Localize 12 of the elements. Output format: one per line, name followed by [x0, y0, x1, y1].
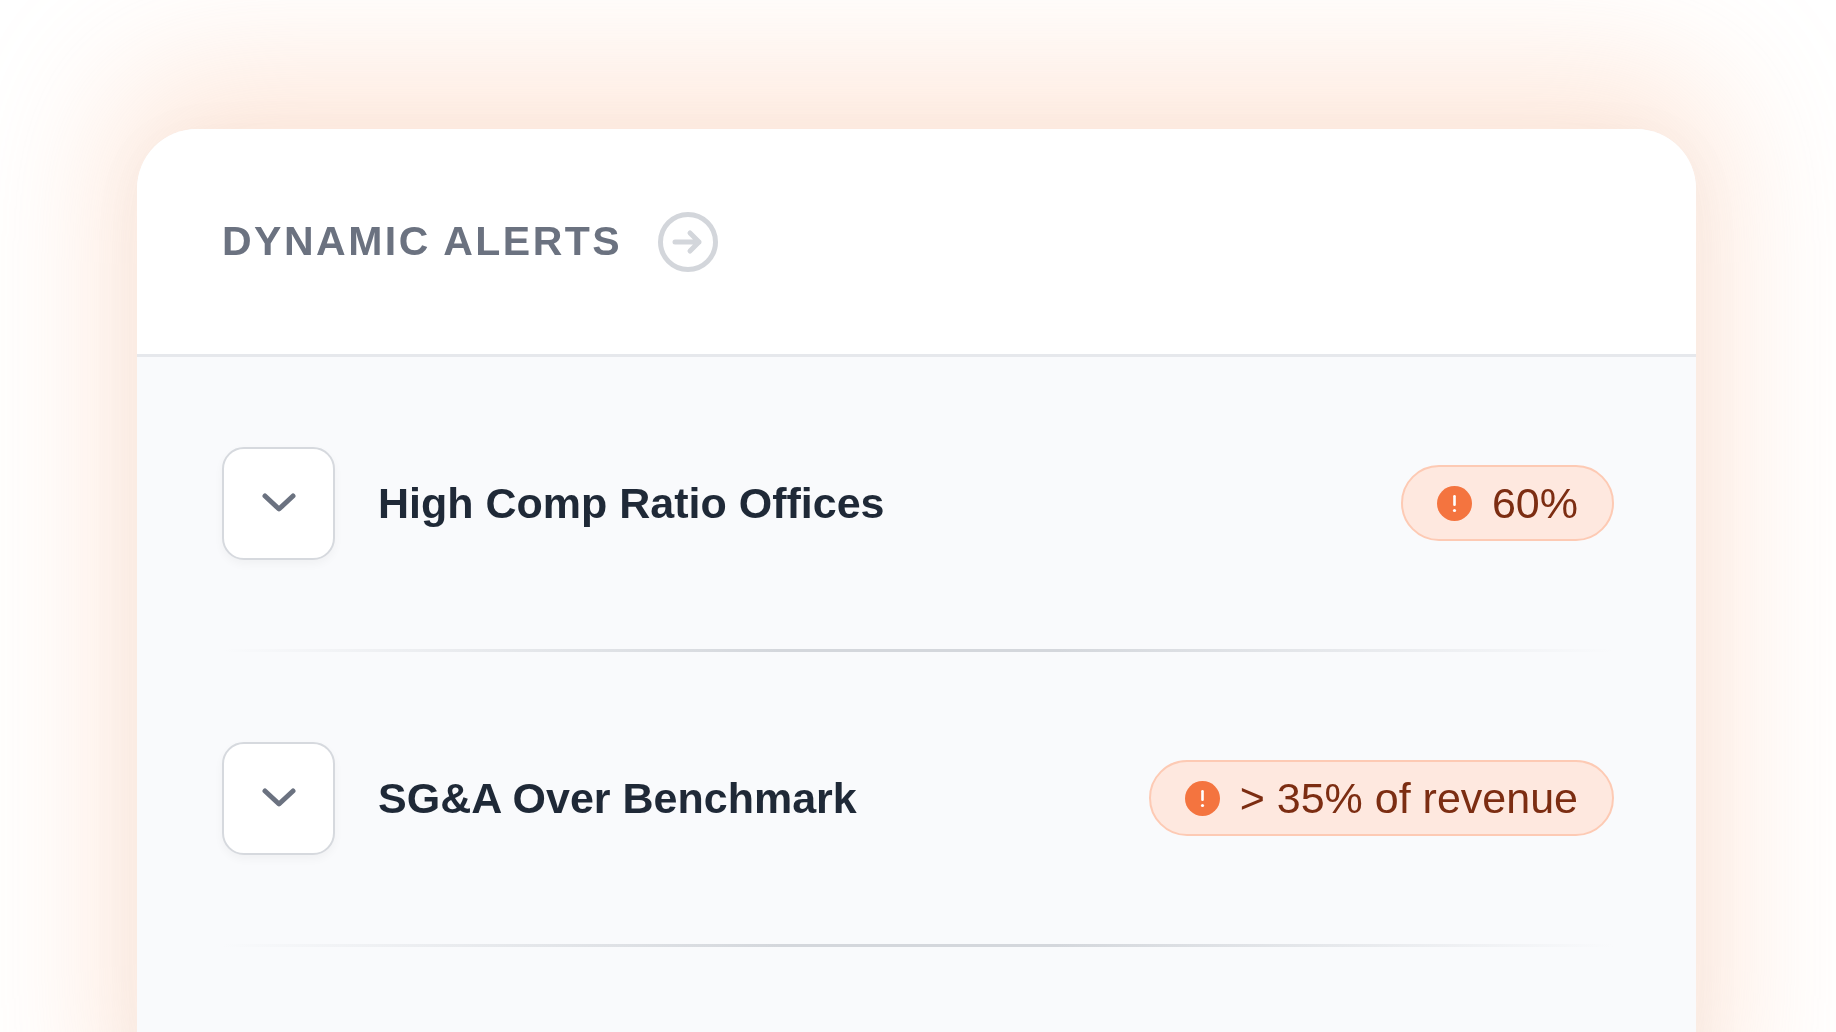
- card-title: DYNAMIC ALERTS: [222, 218, 623, 265]
- expand-button[interactable]: [222, 741, 335, 855]
- badge-text: 60%: [1491, 478, 1578, 528]
- chevron-down-icon: [261, 493, 296, 513]
- expand-button[interactable]: [222, 446, 335, 560]
- alert-icon: [1436, 485, 1472, 521]
- alert-icon: [1184, 780, 1220, 816]
- alert-title: SG&A Over Benchmark: [378, 773, 858, 823]
- chevron-down-icon: [261, 788, 296, 808]
- alert-title: High Comp Ratio Offices: [378, 478, 886, 528]
- arrow-circle-icon[interactable]: [658, 211, 719, 272]
- badge-text: > 35% of revenue: [1239, 773, 1578, 823]
